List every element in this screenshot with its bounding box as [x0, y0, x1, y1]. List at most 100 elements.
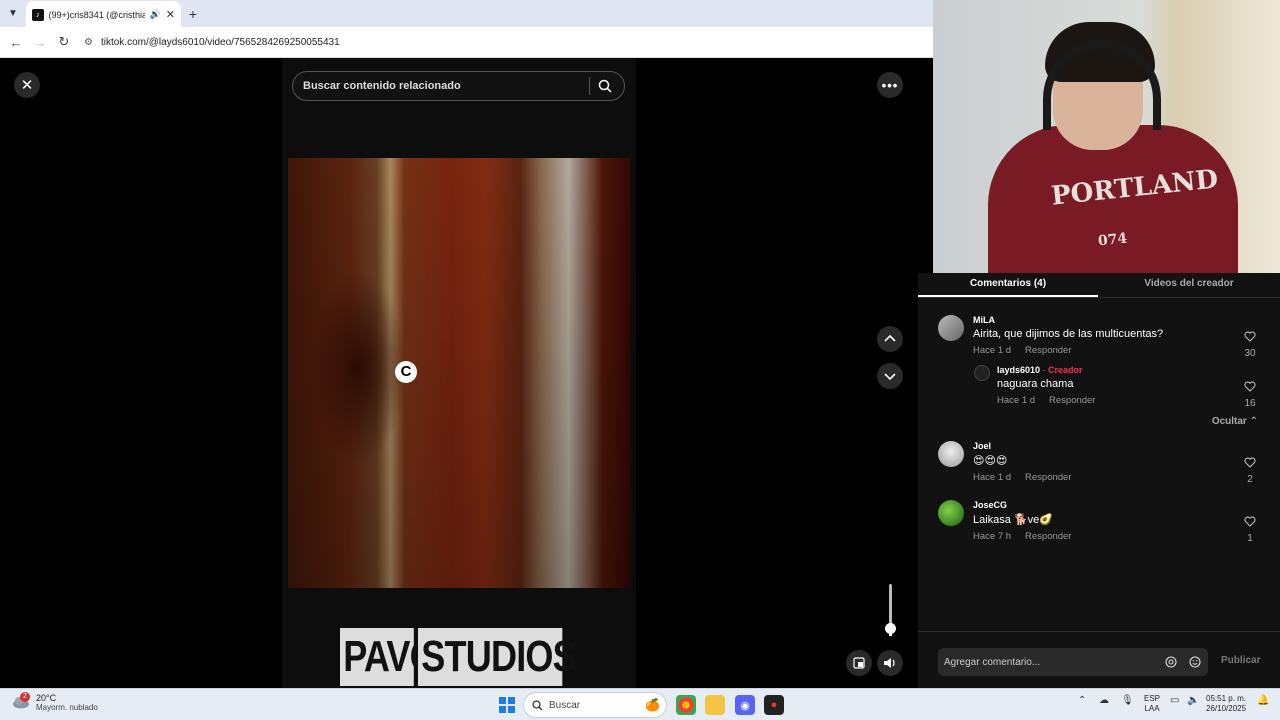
video-overlay-letter: C — [395, 361, 417, 383]
notifications-icon[interactable]: 🔔 — [1257, 695, 1269, 706]
pavo-studios-logo: PAVO STUDIOS — [340, 628, 594, 686]
url-text[interactable]: tiktok.com/@layds6010/video/756528426925… — [101, 37, 340, 48]
tab-title: (99+)cris8341 (@cristhian5 — [48, 9, 145, 20]
tray-chevron-icon[interactable]: ⌃ — [1078, 695, 1086, 706]
comment-body: MiLA Airita, que dijimos de las multicue… — [973, 315, 1163, 356]
like-count: 1 — [1247, 533, 1253, 544]
reply-button[interactable]: Responder — [1049, 395, 1095, 406]
comment-username[interactable]: Joel — [973, 441, 1072, 451]
comment-meta: Hace 1 d Responder — [973, 345, 1163, 356]
forward-button[interactable]: → — [30, 32, 50, 52]
more-options-button[interactable]: ••• — [877, 72, 903, 98]
address-bar: ← → ↻ ⚙ tiktok.com/@layds6010/video/7565… — [0, 27, 933, 58]
video-viewer: ✕ ••• C PAVO STUDIOS — [0, 58, 918, 688]
weather-temperature: 20°C — [36, 693, 57, 703]
like-count: 30 — [1244, 348, 1256, 359]
reply-username[interactable]: layds6010 · Creador — [997, 365, 1096, 375]
reply-text: naguara chama — [997, 378, 1074, 390]
tab-search-chevron-icon[interactable]: ▼ — [0, 0, 26, 27]
avatar[interactable] — [938, 500, 964, 526]
back-button[interactable]: ← — [6, 32, 26, 52]
comment-meta: Hace 1 d Responder — [973, 472, 1072, 483]
like-button[interactable]: 30 — [1240, 329, 1260, 359]
comment-username[interactable]: MiLA — [973, 315, 1163, 325]
reply-meta: Hace 1 d Responder — [997, 395, 1096, 406]
like-button[interactable]: 2 — [1240, 455, 1260, 485]
tab-close-icon[interactable]: ✕ — [166, 8, 175, 21]
video-shade — [288, 158, 630, 588]
comments-panel: Comentarios (4) Videos del creador MiLA … — [918, 273, 1280, 688]
comment-body: JoseCG Laikasa 🐕ve🥑 Hace 7 h Responder — [973, 500, 1072, 542]
comment-input[interactable] — [944, 656, 1159, 668]
file-explorer-icon[interactable] — [705, 695, 725, 715]
weather-badge: 2 — [20, 691, 30, 702]
comment-time: Hace 7 h — [973, 531, 1012, 542]
volume-knob[interactable] — [885, 623, 896, 635]
comment-item: JoseCG Laikasa 🐕ve🥑 Hace 7 h Responder 1 — [938, 500, 1260, 544]
avatar[interactable] — [938, 315, 964, 341]
language-indicator[interactable]: ESP LAA — [1144, 694, 1160, 714]
reply-button[interactable]: Responder — [1025, 531, 1071, 542]
comment-text: Laikasa 🐕ve🥑 — [973, 514, 1053, 526]
volume-tray-icon[interactable]: 🔈 — [1187, 695, 1199, 706]
pip-icon — [853, 657, 865, 669]
chrome-app-icon[interactable] — [676, 695, 696, 715]
like-button[interactable]: 1 — [1240, 514, 1260, 544]
heart-icon — [1244, 457, 1256, 468]
related-search-box[interactable] — [292, 71, 625, 101]
microphone-tray-icon[interactable]: 🎙 — [1121, 695, 1134, 706]
reply-item: layds6010 · Creador naguara chama Hace 1… — [974, 365, 1260, 409]
shirt-number: 074 — [1097, 230, 1128, 250]
site-info-icon[interactable]: ⚙ — [84, 37, 93, 48]
hide-replies-button[interactable]: Ocultar ⌃ — [1212, 416, 1258, 427]
volume-button[interactable] — [877, 650, 903, 676]
previous-video-button[interactable] — [877, 326, 903, 352]
search-icon[interactable] — [590, 79, 620, 93]
tab-creator-videos[interactable]: Videos del creador — [1098, 273, 1280, 297]
like-count: 2 — [1247, 474, 1253, 485]
close-video-button[interactable]: ✕ — [14, 72, 40, 98]
taskbar-search[interactable]: Buscar 🍊 — [523, 692, 667, 718]
picture-in-picture-button[interactable] — [846, 650, 872, 676]
next-video-button[interactable] — [877, 363, 903, 389]
comment-time: Hace 1 d — [973, 472, 1012, 483]
system-clock[interactable]: 05:51 p. m. 26/10/2025 — [1206, 694, 1246, 714]
tab-comments[interactable]: Comentarios (4) — [918, 273, 1098, 297]
comment-username[interactable]: JoseCG — [973, 500, 1072, 510]
reload-button[interactable]: ↻ — [54, 32, 74, 52]
reply-button[interactable]: Responder — [1025, 472, 1071, 483]
video-frame[interactable]: C — [288, 158, 630, 588]
reply-button[interactable]: Responder — [1025, 345, 1071, 356]
new-tab-button[interactable]: + — [181, 6, 205, 22]
avatar[interactable] — [974, 365, 990, 381]
mention-icon[interactable] — [1159, 656, 1183, 668]
heart-icon — [1244, 331, 1256, 342]
avatar[interactable] — [938, 441, 964, 467]
network-tray-icon[interactable]: ☁ — [1099, 695, 1109, 706]
windows-start-icon[interactable] — [499, 697, 515, 713]
comment-input-box[interactable] — [938, 648, 1208, 676]
like-button[interactable]: 16 — [1240, 379, 1260, 409]
url-field[interactable]: ⚙ tiktok.com/@layds6010/video/7565284269… — [84, 37, 340, 48]
comment-time: Hace 1 d — [973, 345, 1012, 356]
publish-button[interactable]: Publicar — [1221, 655, 1260, 666]
comment-meta: Hace 7 h Responder — [973, 531, 1072, 542]
recording-app-icon[interactable]: ● — [764, 695, 784, 715]
comment-compose-bar: Publicar — [918, 631, 1280, 688]
clock-time: 05:51 p. m. — [1206, 694, 1247, 703]
cloud-icon: 2 — [12, 691, 30, 711]
weather-widget[interactable]: 2 20°C Mayorm. nublado — [12, 691, 98, 712]
chevron-up-icon: ⌃ — [1249, 416, 1258, 427]
webcam-overlay: PORTLAND 074 — [933, 0, 1280, 273]
browser-tab[interactable]: ♪ (99+)cris8341 (@cristhian5 🔊 ✕ — [26, 1, 181, 28]
related-search-input[interactable] — [303, 80, 585, 92]
comment-text: 😍😍😍 — [973, 455, 1008, 467]
tab-audio-icon[interactable]: 🔊 — [150, 9, 161, 20]
weather-text: 20°C Mayorm. nublado — [36, 693, 98, 712]
windows-taskbar: 2 20°C Mayorm. nublado Buscar 🍊 ◉ ● ⌃ ☁ … — [0, 688, 1280, 720]
wifi-icon[interactable]: ▭ — [1170, 695, 1179, 706]
emoji-icon[interactable] — [1183, 656, 1207, 668]
comment-item: MiLA Airita, que dijimos de las multicue… — [938, 315, 1260, 359]
discord-app-icon[interactable]: ◉ — [735, 695, 755, 715]
weather-description: Mayorm. nublado — [36, 703, 98, 712]
